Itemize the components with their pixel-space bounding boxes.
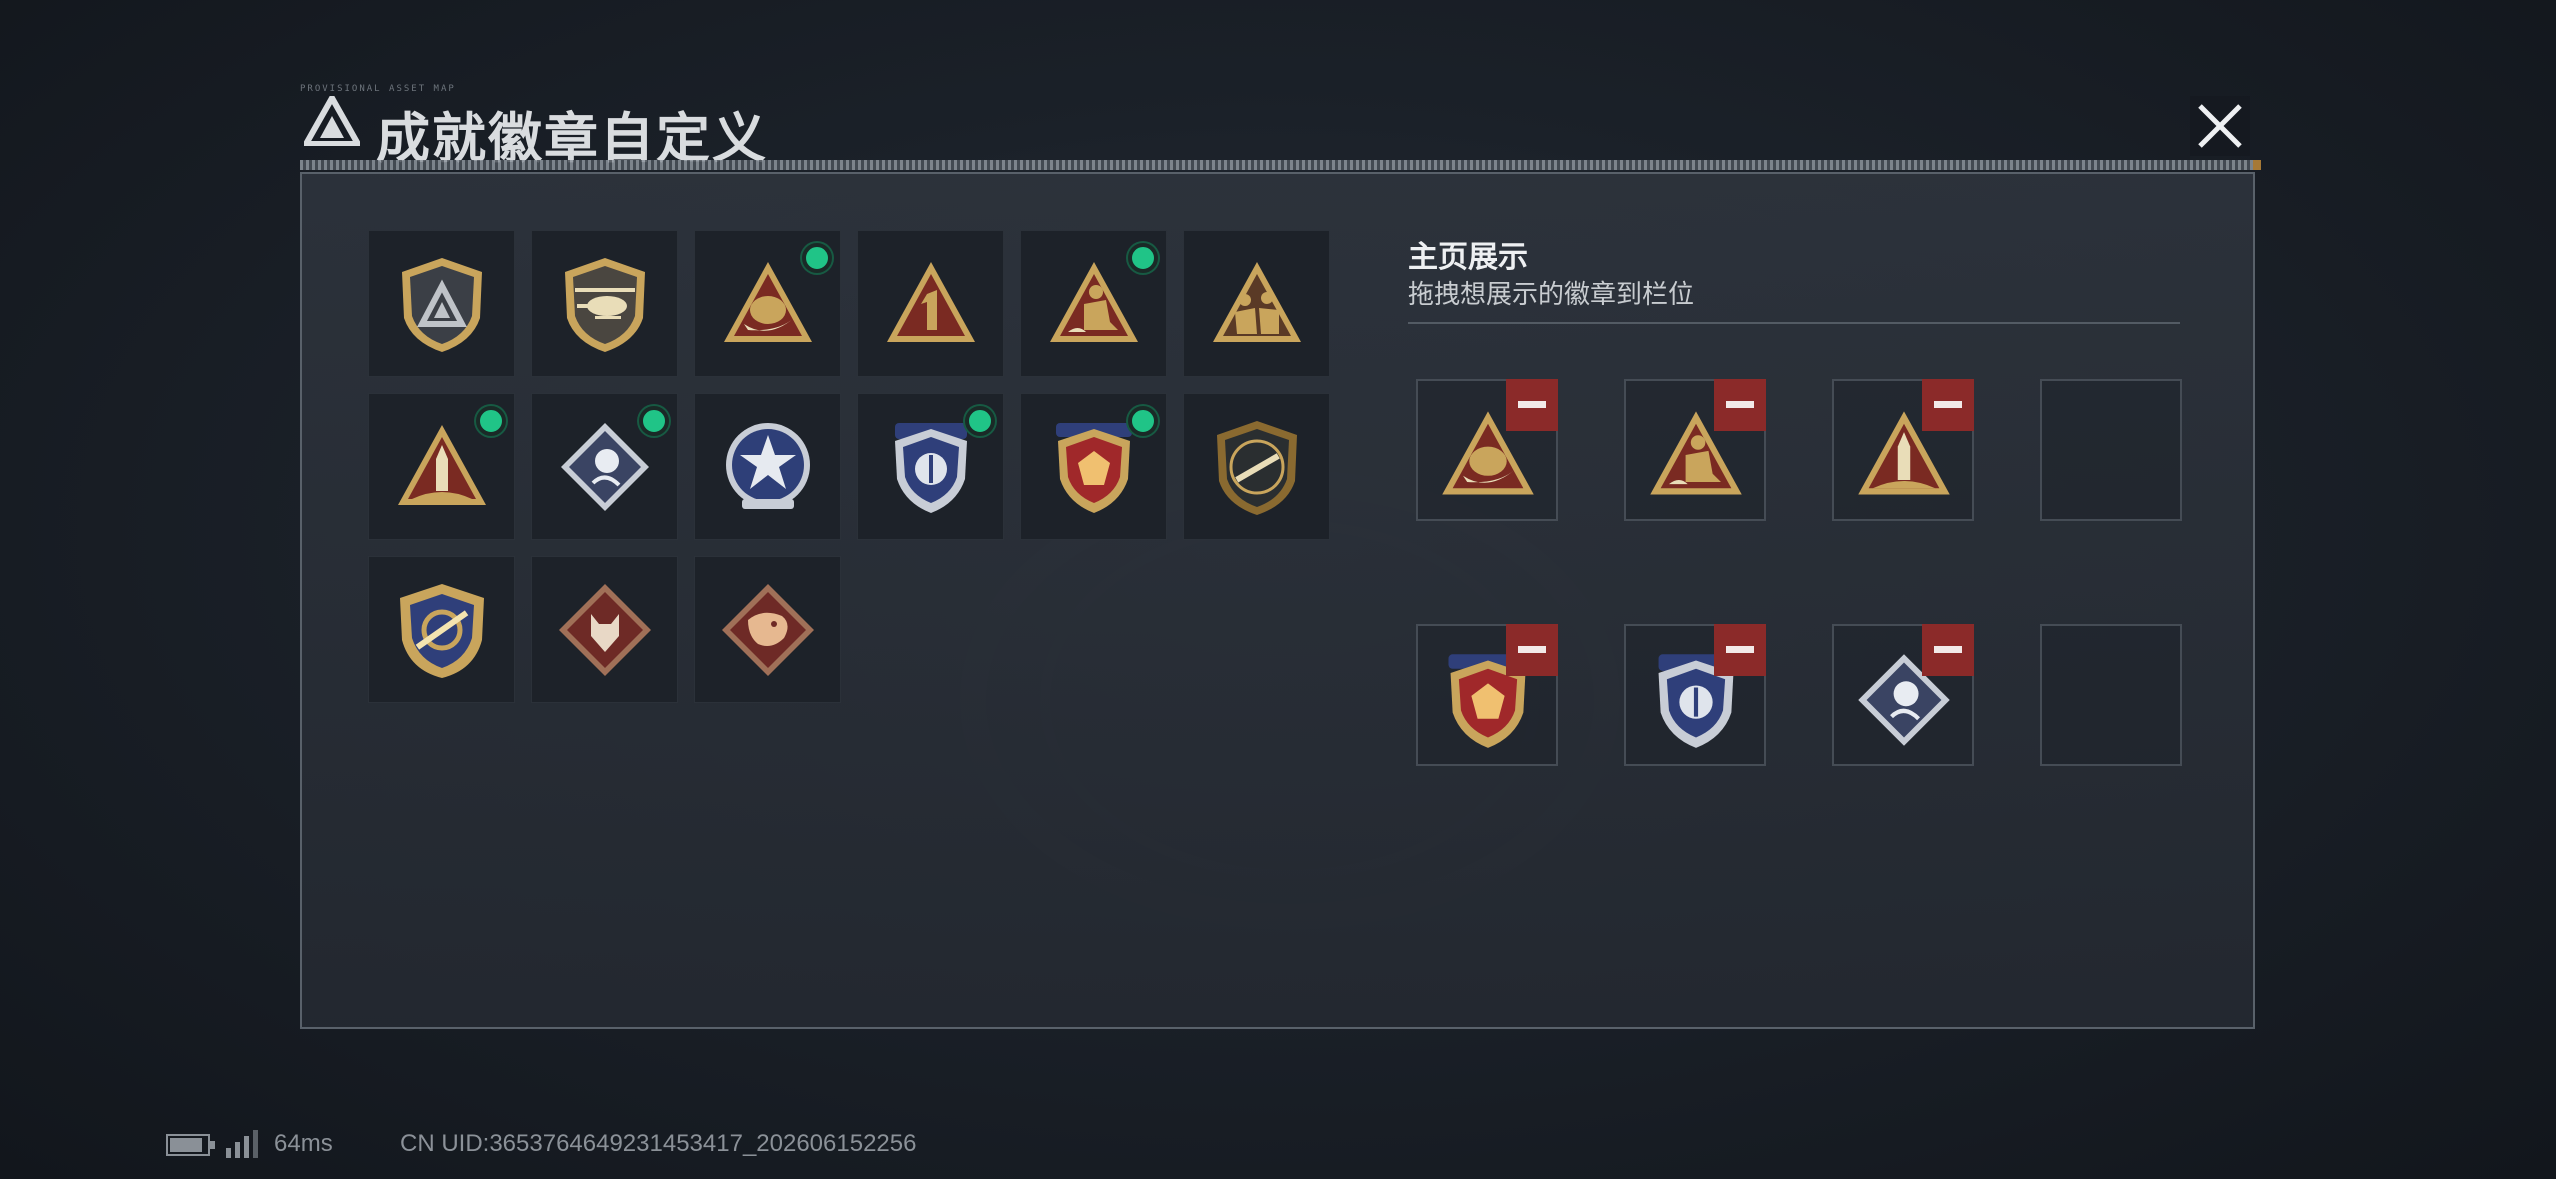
badge-cell[interactable] [1183, 393, 1330, 540]
new-indicator-dot [1128, 243, 1158, 273]
badge-cell[interactable] [368, 556, 515, 703]
badge-cell[interactable] [368, 393, 515, 540]
title-bar: PROVISIONAL ASSET MAP 成就徽章自定义 [300, 82, 2255, 172]
new-indicator-dot [802, 243, 832, 273]
squad-triangle-badge-icon [1213, 262, 1301, 342]
remove-badge-button[interactable] [1506, 624, 1558, 676]
wolf-diamond-badge-icon [559, 584, 651, 676]
badge-cell[interactable] [1020, 393, 1167, 540]
remove-badge-button[interactable] [1922, 379, 1974, 431]
badge-cell[interactable] [694, 556, 841, 703]
blue-eagle-shield-badge-icon [895, 423, 967, 513]
empty-display-slot[interactable] [2040, 379, 2182, 521]
badge-cell[interactable] [531, 556, 678, 703]
dragon-diamond-badge-icon [722, 584, 814, 676]
badge-cell[interactable] [857, 230, 1004, 377]
rifle-shield-badge-icon [1217, 421, 1297, 515]
title-stripe [300, 160, 2261, 170]
helicopter-shield-badge-icon [565, 258, 645, 352]
title-tiny-text: PROVISIONAL ASSET MAP [300, 84, 456, 94]
close-button[interactable] [2190, 96, 2250, 156]
new-indicator-dot [1128, 406, 1158, 436]
badge-cell[interactable] [1183, 230, 1330, 377]
remove-badge-button[interactable] [1714, 379, 1766, 431]
delta-triangle-logo-icon [304, 96, 360, 146]
new-indicator-dot [476, 406, 506, 436]
display-slot[interactable] [1832, 624, 1974, 766]
display-slot[interactable] [1832, 379, 1974, 521]
display-slot[interactable] [1624, 624, 1766, 766]
soldier-kneel-triangle-badge-icon [1050, 262, 1138, 342]
remove-badge-button[interactable] [1506, 379, 1558, 431]
badge-cell[interactable] [531, 393, 678, 540]
new-indicator-dot [965, 406, 995, 436]
badge-customize-panel: 主页展示 拖拽想展示的徽章到栏位 [300, 172, 2255, 1029]
ping-text: 64ms [274, 1130, 333, 1157]
gold-target-shield-badge-icon [400, 584, 484, 678]
empty-display-slot[interactable] [2040, 624, 2182, 766]
rose-diamond-badge-icon [561, 423, 649, 511]
badge-collection-grid [368, 230, 1330, 703]
display-divider [1408, 322, 2180, 324]
display-slot[interactable] [1416, 379, 1558, 521]
badge-cell[interactable] [857, 393, 1004, 540]
badge-cell[interactable] [694, 230, 841, 377]
display-title: 主页展示 [1408, 240, 1528, 275]
close-icon [2198, 104, 2242, 148]
badge-cell[interactable] [694, 393, 841, 540]
shield-delta-badge-icon [402, 258, 482, 352]
battery-icon [166, 1134, 215, 1156]
signal-icon [226, 1130, 258, 1158]
badge-cell[interactable] [1020, 230, 1167, 377]
badge-cell[interactable] [368, 230, 515, 377]
remove-badge-button[interactable] [1714, 624, 1766, 676]
egg-nest-triangle-badge-icon [724, 262, 812, 342]
number-one-triangle-badge-icon [887, 262, 975, 342]
display-slot[interactable] [1624, 379, 1766, 521]
new-indicator-dot [639, 406, 669, 436]
uid-text: CN UID:3653764649231453417_202606152256 [400, 1130, 917, 1157]
display-subtitle: 拖拽想展示的徽章到栏位 [1408, 280, 1695, 310]
red-gem-shield-badge-icon [1056, 423, 1132, 513]
badge-cell[interactable] [531, 230, 678, 377]
remove-badge-button[interactable] [1922, 624, 1974, 676]
rocket-triangle-badge-icon [398, 425, 486, 505]
star-wing-badge-icon [726, 423, 810, 509]
display-slot[interactable] [1416, 624, 1558, 766]
